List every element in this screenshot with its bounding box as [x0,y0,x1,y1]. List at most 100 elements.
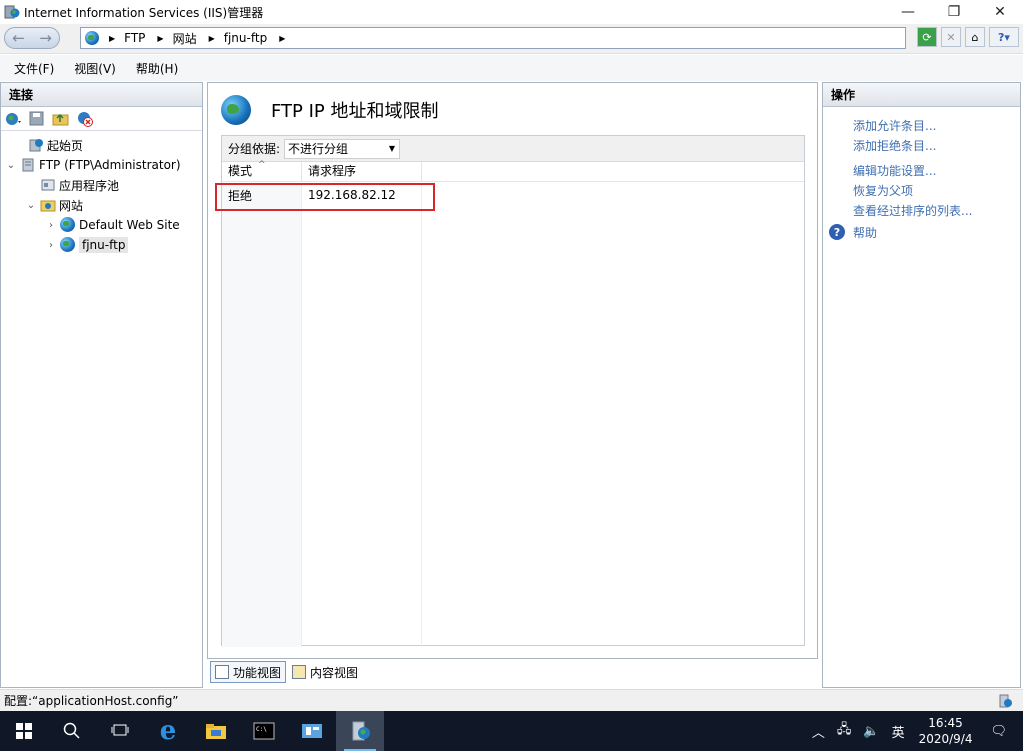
system-tray: ︿ 🖧 🔈 英 16:45 2020/9/4 🗨 [806,711,1023,751]
disconnect-icon[interactable] [76,110,94,128]
cell-requester: 192.168.82.12 [308,188,396,202]
tab-content-view[interactable]: 内容视图 [288,661,362,683]
svg-text:C:\: C:\ [256,726,267,733]
start-button[interactable] [0,711,48,751]
breadcrumb-item[interactable]: ▶ FTP [109,31,145,45]
tree-node-default-web-site[interactable]: › Default Web Site [1,215,202,235]
home-icon[interactable]: ⌂ [965,27,985,47]
edit-feature-settings-link[interactable]: 编辑功能设置... [823,160,1020,180]
view-tabs: 功能视图 内容视图 [210,661,364,683]
start-page-icon [28,137,44,153]
breadcrumb-item[interactable]: ▶ fjnu-ftp [209,31,268,45]
help-link[interactable]: ? 帮助 [823,222,1020,242]
close-button[interactable]: ✕ [977,0,1023,24]
save-icon[interactable] [28,110,46,128]
globe-icon [60,237,76,253]
back-button[interactable]: ← [12,29,25,47]
restrictions-list: 分组依据: 不进行分组 ▼ ^ 模式 请求程序 拒绝 192.168.82.12 [221,135,805,647]
column-header-requester[interactable]: 请求程序 [302,162,422,181]
server-status-icon [997,693,1013,709]
globe-icon [85,31,99,45]
tree-node-sites[interactable]: ⌄ 网站 [1,195,202,215]
revert-to-parent-link[interactable]: 恢复为父项 [823,180,1020,200]
window-title: Internet Information Services (IIS)管理器 [24,5,264,20]
actions-header: 操作 [823,83,1020,107]
maximize-button[interactable]: ❐ [931,0,977,24]
tree-node-start-page[interactable]: 起始页 [1,135,202,155]
server-manager-icon[interactable] [288,711,336,751]
add-allow-entry-link[interactable]: 添加允许条目... [823,115,1020,135]
network-icon[interactable]: 🖧 [837,720,852,742]
add-deny-entry-link[interactable]: 添加拒绝条目... [823,135,1020,155]
group-by-bar: 分组依据: 不进行分组 ▼ [222,136,804,162]
file-explorer-icon[interactable] [192,711,240,751]
folder-up-icon[interactable] [52,110,70,128]
feature-pane: FTP IP 地址和域限制 分组依据: 不进行分组 ▼ ^ 模式 请求程序 拒绝… [207,82,818,659]
address-bar: ← → ▶ FTP ▶ 网站 ▶ fjnu-ftp ▶ ⟳ ✕ ⌂ ?▾ [0,24,1023,54]
feature-header: FTP IP 地址和域限制 [221,95,439,125]
internet-explorer-icon[interactable]: e [144,711,192,751]
sort-ascending-icon: ^ [258,160,266,170]
chevron-right-icon: ▶ [157,33,164,43]
menu-file[interactable]: 文件(F) [14,60,54,77]
breadcrumb[interactable]: ▶ FTP ▶ 网站 ▶ fjnu-ftp ▶ [80,27,906,49]
actions-pane: 操作 添加允许条目... 添加拒绝条目... 编辑功能设置... 恢复为父项 查… [822,82,1021,688]
status-text: 配置:“applicationHost.config” [4,694,179,708]
breadcrumb-item[interactable]: ▶ 网站 [157,30,196,47]
status-bar: 配置:“applicationHost.config” [0,689,1023,711]
chevron-right-icon: ▶ [279,33,286,43]
chevron-right-icon: ▶ [109,33,116,43]
clock[interactable]: 16:45 2020/9/4 [919,715,973,747]
features-view-icon [215,665,229,679]
view-ordered-list-link[interactable]: 查看经过排序的列表... [823,200,1020,220]
menu-view[interactable]: 视图(V) [74,60,116,77]
globe-icon [60,217,76,233]
tree-node-fjnu-ftp[interactable]: › fjnu-ftp [1,235,202,255]
connect-icon[interactable] [4,110,22,128]
stop-icon[interactable]: ✕ [941,27,961,47]
windows-logo-icon [16,723,32,739]
page-title: FTP IP 地址和域限制 [271,101,439,122]
cell-mode: 拒绝 [228,188,253,203]
volume-muted-icon[interactable]: 🔈 [863,724,879,739]
iis-manager-taskbar-icon[interactable] [336,711,384,751]
chevron-down-icon[interactable]: ⌄ [25,200,37,211]
menu-help[interactable]: 帮助(H) [136,60,178,77]
task-view-icon[interactable] [96,711,144,751]
iis-app-icon [4,4,20,20]
column-fill [222,185,302,647]
notifications-icon[interactable]: 🗨 [990,724,1007,739]
connections-header: 连接 [1,83,202,107]
globe-icon [221,95,251,125]
dropdown-arrow-icon: ▼ [388,143,396,153]
title-bar: Internet Information Services (IIS)管理器 —… [0,0,1023,24]
table-row[interactable]: 拒绝 192.168.82.12 [222,185,804,205]
column-fill [302,185,422,647]
group-by-label: 分组依据: [228,142,281,156]
chevron-down-icon[interactable]: ⌄ [5,160,17,171]
refresh-icon[interactable]: ⟳ [917,27,937,47]
chevron-right-icon[interactable]: › [45,240,57,251]
list-header: ^ 模式 请求程序 [222,160,804,182]
search-icon[interactable] [48,711,96,751]
chevron-right-icon[interactable]: › [45,220,57,231]
sites-folder-icon [40,197,56,213]
server-icon [20,157,36,173]
nav-buttons: ← → [4,27,60,49]
group-by-select[interactable]: 不进行分组 ▼ [284,138,401,159]
connections-pane: 连接 起始页 ⌄ FTP (FTP\Administrator) 应用程序池 ⌄… [0,82,203,688]
chevron-up-icon[interactable]: ︿ [812,722,825,741]
menu-bar: 文件(F) 视图(V) 帮助(H) [0,55,1023,81]
tree-node-server[interactable]: ⌄ FTP (FTP\Administrator) [1,155,202,175]
tab-features-view[interactable]: 功能视图 [210,661,287,683]
tree-node-app-pools[interactable]: 应用程序池 [1,175,202,195]
minimize-button[interactable]: — [885,0,931,24]
connections-tree: 起始页 ⌄ FTP (FTP\Administrator) 应用程序池 ⌄ 网站… [1,131,202,255]
forward-button[interactable]: → [39,29,52,47]
breadcrumb-dropdown[interactable]: ▶ [279,34,294,43]
ime-indicator[interactable]: 英 [892,722,905,741]
help-icon[interactable]: ?▾ [989,27,1019,47]
column-header-mode[interactable]: ^ 模式 [222,160,302,181]
taskbar: e C:\ ︿ 🖧 🔈 英 16:45 2020/9/4 🗨 [0,711,1023,751]
command-prompt-icon[interactable]: C:\ [240,711,288,751]
